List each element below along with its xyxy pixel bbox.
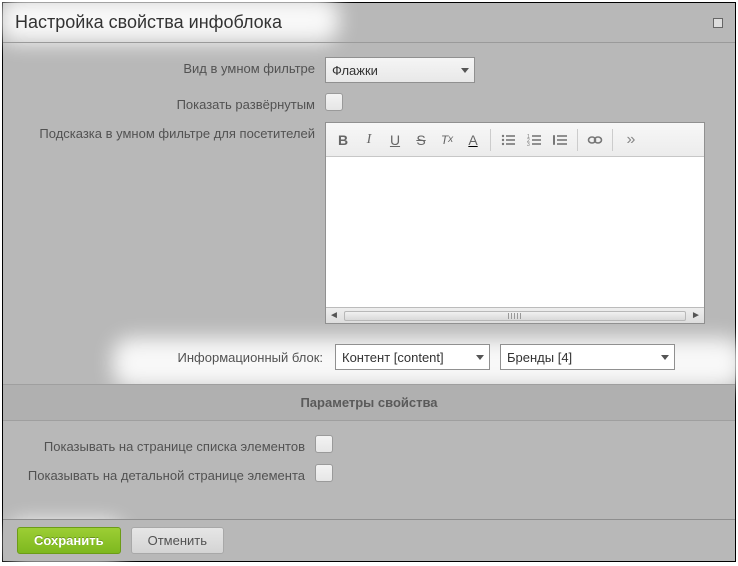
label-show-on-detail: Показывать на детальной странице элемент… <box>25 464 315 483</box>
select-iblock-value: Бренды [4] <box>500 344 675 370</box>
maximize-icon[interactable] <box>713 18 723 28</box>
italic-icon[interactable]: I <box>356 127 382 153</box>
dialog: Настройка свойства инфоблока Вид в умном… <box>2 2 736 562</box>
titlebar: Настройка свойства инфоблока <box>3 3 735 43</box>
save-button[interactable]: Сохранить <box>17 527 121 554</box>
toolbar-separator <box>612 129 613 151</box>
checkbox-show-expanded[interactable] <box>325 93 343 111</box>
select-iblock-type-value: Контент [content] <box>335 344 490 370</box>
label-smart-filter-view: Вид в умном фильтре <box>25 57 325 76</box>
row-hint: Подсказка в умном фильтре для посетителе… <box>25 122 713 324</box>
clear-format-icon[interactable]: Tx <box>434 127 460 153</box>
select-iblock-type[interactable]: Контент [content] <box>335 344 490 370</box>
label-info-block: Информационный блок: <box>25 350 325 365</box>
dialog-body: Вид в умном фильтре Флажки Показать разв… <box>3 43 735 483</box>
label-show-on-list: Показывать на странице списка элементов <box>25 435 315 454</box>
dialog-footer: Сохранить Отменить <box>3 519 735 561</box>
label-show-expanded: Показать развёрнутым <box>25 93 325 112</box>
label-hint: Подсказка в умном фильтре для посетителе… <box>25 122 325 141</box>
select-iblock[interactable]: Бренды [4] <box>500 344 675 370</box>
scroll-right-icon[interactable]: ► <box>688 309 704 323</box>
blockquote-icon[interactable] <box>547 127 573 153</box>
more-icon[interactable]: » <box>617 127 643 153</box>
list-ul-icon[interactable] <box>495 127 521 153</box>
rich-text-editor: B I U S Tx A 123 <box>325 122 705 324</box>
toolbar-separator <box>577 129 578 151</box>
select-smart-filter-view-value: Флажки <box>325 57 475 83</box>
row-show-expanded: Показать развёрнутым <box>25 93 713 112</box>
checkbox-show-on-detail[interactable] <box>315 464 333 482</box>
svg-text:3: 3 <box>527 142 530 146</box>
scroll-thumb[interactable] <box>344 311 686 321</box>
row-info-block: Информационный блок: Контент [content] Б… <box>25 344 713 370</box>
row-smart-filter-view: Вид в умном фильтре Флажки <box>25 57 713 83</box>
text-color-icon[interactable]: A <box>460 127 486 153</box>
toolbar-separator <box>490 129 491 151</box>
link-icon[interactable] <box>582 127 608 153</box>
cancel-button[interactable]: Отменить <box>131 527 224 554</box>
section-header-params: Параметры свойства <box>3 384 735 421</box>
row-show-on-detail: Показывать на детальной странице элемент… <box>25 464 713 483</box>
scroll-left-icon[interactable]: ◄ <box>326 309 342 323</box>
underline-icon[interactable]: U <box>382 127 408 153</box>
row-show-on-list: Показывать на странице списка элементов <box>25 435 713 454</box>
rte-toolbar: B I U S Tx A 123 <box>326 123 704 157</box>
dialog-title: Настройка свойства инфоблока <box>15 12 282 33</box>
checkbox-show-on-list[interactable] <box>315 435 333 453</box>
bold-icon[interactable]: B <box>330 127 356 153</box>
list-ol-icon[interactable]: 123 <box>521 127 547 153</box>
rte-h-scrollbar[interactable]: ◄ ► <box>326 307 704 323</box>
strike-icon[interactable]: S <box>408 127 434 153</box>
rte-textarea[interactable] <box>326 157 704 307</box>
select-smart-filter-view[interactable]: Флажки <box>325 57 475 83</box>
